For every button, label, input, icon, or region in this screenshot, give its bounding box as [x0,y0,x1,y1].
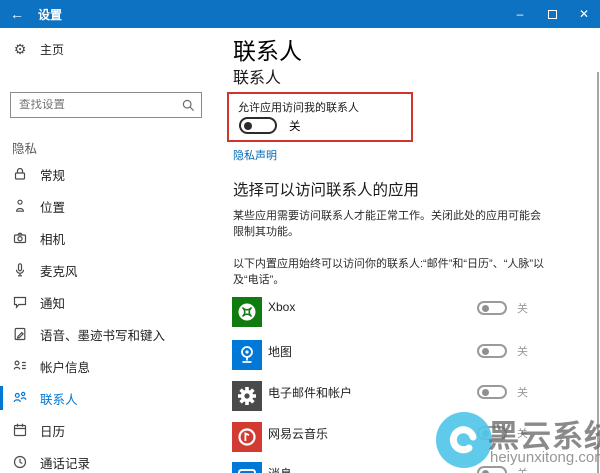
maximize-icon [547,9,557,19]
app-row-maps: 地图 关 [232,340,600,383]
settings-window: ← 设置 – ✕ ⚙ 主页 隐私 常规 位置 [0,0,600,473]
titlebar: ← 设置 – ✕ [0,0,600,28]
home-label: 主页 [40,42,65,57]
app-row-xbox: Xbox 关 [232,297,600,340]
toggle-off-disabled-icon [477,426,507,440]
lock-icon [12,166,28,182]
sidebar-item-account-info[interactable]: 帐户信息 [0,350,230,382]
app-row-messaging: 消息 关 [232,462,600,473]
window-controls: – ✕ [504,0,600,28]
search-icon[interactable] [175,99,201,112]
minimize-button[interactable]: – [504,0,536,28]
apps-description: 某些应用需要访问联系人才能正常工作。关闭此处的应用可能会限制其功能。 [233,210,541,238]
ink-pen-icon [12,326,28,342]
netease-music-toggle[interactable]: 关 [477,425,528,441]
toggle-off-disabled-icon [477,385,507,399]
messaging-toggle[interactable]: 关 [477,465,528,473]
contacts-icon [12,390,28,406]
sidebar-item-call-history[interactable]: 通话记录 [0,446,230,473]
xbox-tile-icon [232,297,262,327]
sidebar-item-home[interactable]: ⚙ 主页 [0,34,230,64]
minimize-icon: – [516,7,524,21]
close-icon: ✕ [578,7,590,21]
close-button[interactable]: ✕ [568,0,600,28]
vertical-scrollbar[interactable] [597,72,599,473]
sidebar-item-general[interactable]: 常规 [0,158,230,190]
page-title: 联系人 [233,38,302,64]
search-input[interactable] [11,99,175,111]
privacy-statement-link[interactable]: 隐私声明 [233,147,277,163]
email-accounts-toggle[interactable]: 关 [477,384,528,400]
master-contacts-toggle[interactable]: 关 [239,117,301,134]
sidebar-nav: 常规 位置 相机 麦克风 通知 语音、墨迹书写和键入 帐户信息 联系人 日历 通… [0,158,230,473]
email-accounts-tile-icon [232,381,262,411]
sidebar-item-calendar[interactable]: 日历 [0,414,230,446]
id-card-icon [12,358,28,374]
toggle-off-disabled-icon [477,344,507,358]
sidebar-item-notifications[interactable]: 通知 [0,286,230,318]
back-arrow-icon: ← [10,6,24,22]
sidebar-item-camera[interactable]: 相机 [0,222,230,254]
sidebar: ⚙ 主页 隐私 常规 位置 相机 麦克风 [0,28,230,473]
maps-tile-icon [232,340,262,370]
toggle-off-icon [239,117,277,134]
master-toggle-state: 关 [289,120,301,133]
calendar-icon [12,422,28,438]
search-box [10,92,202,118]
sidebar-item-contacts[interactable]: 联系人 [0,382,230,414]
window-title: 设置 [38,7,63,22]
netease-music-tile-icon [232,422,262,452]
app-row-email-accounts: 电子邮件和帐户 关 [232,381,600,424]
gear-icon: ⚙ [13,40,27,57]
sidebar-item-microphone[interactable]: 麦克风 [0,254,230,286]
privacy-section-label: 隐私 [12,142,38,156]
main-content: 联系人 联系人 允许应用访问我的联系人 关 隐私声明 选择可以访问联系人的应用 … [227,28,600,473]
back-button[interactable]: ← [0,0,34,28]
master-toggle-label: 允许应用访问我的联系人 [238,102,359,114]
builtin-apps-description: 以下内置应用始终可以访问你的联系人:“邮件”和“日历”、“人脉”以及“电话”。 [233,258,545,286]
sidebar-item-location[interactable]: 位置 [0,190,230,222]
maximize-button[interactable] [536,0,568,28]
speech-bubble-icon [12,294,28,310]
sidebar-item-speech-inking[interactable]: 语音、墨迹书写和键入 [0,318,230,350]
toggle-off-disabled-icon [477,301,507,315]
xbox-toggle[interactable]: 关 [477,300,528,316]
messaging-tile-icon [232,462,262,473]
contacts-section-heading: 联系人 [233,70,282,87]
person-icon [12,198,28,214]
clock-icon [12,454,28,470]
toggle-off-disabled-icon [477,466,507,473]
choose-apps-heading: 选择可以访问联系人的应用 [233,182,420,199]
maps-toggle[interactable]: 关 [477,343,528,359]
app-row-netease-music: 网易云音乐 关 [232,422,600,465]
camera-icon [12,230,28,246]
microphone-icon [12,262,28,278]
